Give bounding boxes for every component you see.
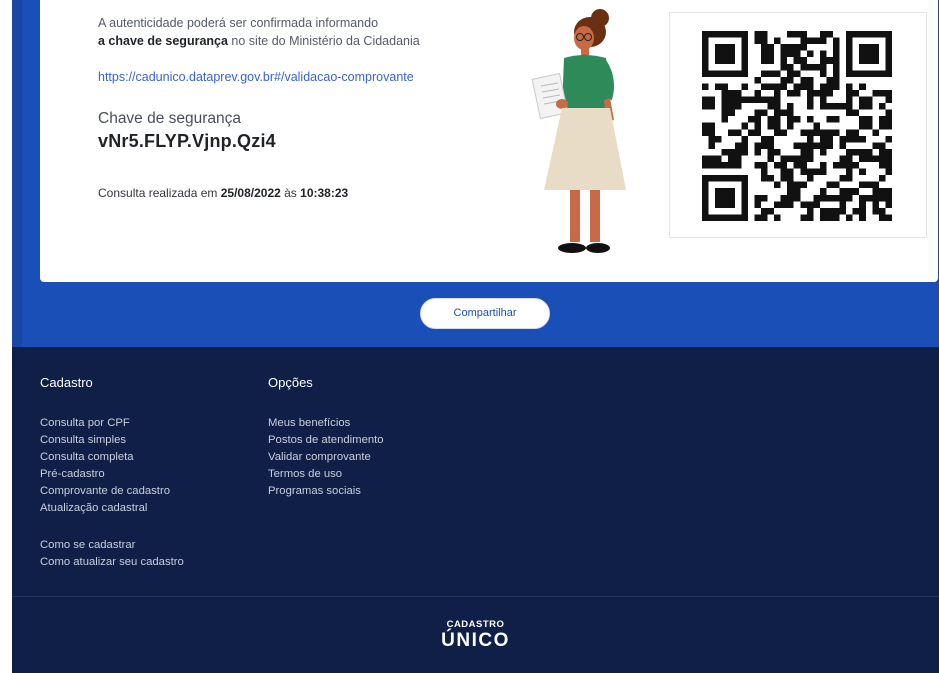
footer-link[interactable]: Como se cadastrar	[40, 537, 184, 554]
footer-cadastro-links: Consulta por CPF Consulta simples Consul…	[40, 415, 170, 517]
authenticity-text-2: a chave de segurança no site do Ministér…	[98, 34, 420, 48]
footer-link[interactable]: Comprovante de cadastro	[40, 483, 170, 500]
qr-code	[702, 31, 892, 221]
footer-link[interactable]: Validar comprovante	[268, 449, 384, 466]
consultation-timestamp: Consulta realizada em 25/08/2022 às 10:3…	[98, 186, 348, 200]
qr-code-box	[669, 12, 927, 238]
logo-top-text: CADASTRO	[446, 619, 505, 630]
authenticity-text: A autenticidade poderá ser confirmada in…	[98, 16, 379, 30]
footer-link[interactable]: Atualização cadastral	[40, 500, 170, 517]
page-frame: A autenticidade poderá ser confirmada in…	[12, 0, 939, 673]
blue-section: A autenticidade poderá ser confirmada in…	[12, 0, 939, 347]
share-button[interactable]: Compartilhar	[420, 298, 550, 329]
validation-link[interactable]: https://cadunico.dataprev.gov.br#/valida…	[98, 70, 414, 84]
footer-link[interactable]: Programas sociais	[268, 483, 384, 500]
blue-edge	[12, 0, 22, 347]
footer-link[interactable]: Consulta completa	[40, 449, 170, 466]
consultation-prefix: Consulta realizada em	[98, 186, 221, 200]
woman-holding-document-illustration	[531, 9, 626, 253]
ministry-text: no site do Ministério da Cidadania	[227, 34, 420, 48]
footer-link[interactable]: Termos de uso	[268, 466, 384, 483]
footer-link[interactable]: Como atualizar seu cadastro	[40, 554, 184, 571]
footer-cadastro-title: Cadastro	[40, 375, 93, 390]
security-key-emphasis: a chave de segurança	[98, 34, 228, 48]
footer-link[interactable]: Meus benefícios	[268, 415, 384, 432]
consultation-time: 10:38:23	[300, 186, 349, 200]
footer-opcoes-links: Meus benefícios Postos de atendimento Va…	[268, 415, 384, 500]
logo-main-text: ÚNICO	[441, 630, 510, 651]
consultation-date: 25/08/2022	[220, 186, 281, 200]
footer-link[interactable]: Postos de atendimento	[268, 432, 384, 449]
certificate-card: A autenticidade poderá ser confirmada in…	[40, 0, 938, 282]
footer-link[interactable]: Pré-cadastro	[40, 466, 170, 483]
footer-link[interactable]: Consulta simples	[40, 432, 170, 449]
security-key-label: Chave de segurança	[98, 110, 242, 127]
footer-divider	[12, 596, 939, 597]
footer: Cadastro Consulta por CPF Consulta simpl…	[12, 347, 939, 673]
footer-opcoes-title: Opções	[268, 375, 313, 390]
footer-link[interactable]: Consulta por CPF	[40, 415, 170, 432]
consultation-sep: às	[280, 186, 301, 200]
security-key-value: vNr5.FLYP.Vjnp.Qzi4	[98, 131, 276, 151]
footer-cadastro-extra-links: Como se cadastrar Como atualizar seu cad…	[40, 537, 184, 571]
cadastro-unico-logo: CADASTRO ÚNICO	[12, 619, 939, 652]
